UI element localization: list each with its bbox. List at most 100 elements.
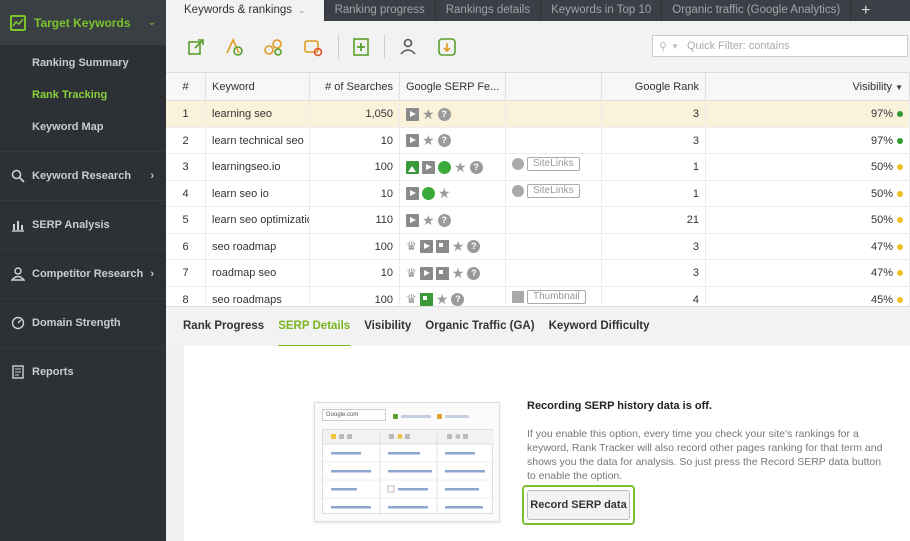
- cell-visibility: 50%: [706, 180, 910, 206]
- sidebar-item-keyword-map[interactable]: Keyword Map: [0, 111, 166, 143]
- serp-features-icons: ★?: [406, 207, 499, 233]
- export-icon[interactable]: [187, 37, 207, 57]
- table-row[interactable]: 3 learningseo.io 100 ★? SiteLinks 1 50%: [166, 154, 910, 181]
- tab-rankings-details[interactable]: Rankings details: [436, 0, 542, 21]
- col-header-visibility-label: Visibility: [852, 81, 893, 93]
- update-traffic-icon[interactable]: [303, 37, 323, 57]
- sidebar-item-serp-analysis[interactable]: SERP Analysis: [0, 200, 166, 249]
- cell-keyword: seo roadmaps: [206, 286, 310, 306]
- table-row[interactable]: 5 learn seo optimization 110 ★? 21 50%: [166, 207, 910, 234]
- extra-feature-label: SiteLinks: [527, 183, 580, 198]
- table-row[interactable]: 7 roadmap seo 10 ♛ ★? 3 47%: [166, 260, 910, 287]
- visibility-status-dot: [897, 137, 903, 144]
- cell-searches: 100: [310, 154, 400, 180]
- tab-visibility[interactable]: Visibility: [364, 307, 411, 347]
- tab-rank-progress[interactable]: Rank Progress: [183, 307, 264, 347]
- tab-keyword-difficulty[interactable]: Keyword Difficulty: [549, 307, 650, 347]
- sidebar-item-label: SERP Analysis: [32, 219, 110, 231]
- tab-keywords-rankings[interactable]: Keywords & rankings ⌄: [166, 0, 325, 21]
- serp-history-title: Recording SERP history data is off.: [527, 400, 712, 412]
- table-header: # Keyword # of Searches Google SERP Fe..…: [166, 73, 910, 101]
- cell-extra-feature: [506, 233, 602, 259]
- cell-num: 2: [166, 127, 206, 153]
- sidebar-item-rank-tracking[interactable]: Rank Tracking: [0, 79, 166, 111]
- cell-keyword: learn seo optimization: [206, 207, 310, 233]
- sidebar-header-target-keywords[interactable]: Target Keywords ⌄: [0, 0, 166, 45]
- tab-keywords-top10[interactable]: Keywords in Top 10: [541, 0, 663, 21]
- competitors-icon[interactable]: [398, 37, 418, 57]
- keywords-table: # Keyword # of Searches Google SERP Fe..…: [166, 73, 910, 306]
- cell-num: 8: [166, 286, 206, 306]
- quick-filter-input[interactable]: ⚲ ▼ Quick Filter: contains: [652, 35, 908, 57]
- cell-num: 1: [166, 101, 206, 127]
- cell-visibility: 47%: [706, 233, 910, 259]
- table-row[interactable]: 2 learn technical seo 10 ★? 3 97%: [166, 127, 910, 154]
- visibility-value: 45%: [870, 293, 893, 306]
- bottom-tabs: Rank Progress SERP Details Visibility Or…: [166, 306, 910, 347]
- cell-extra-feature: SiteLinks: [506, 180, 602, 206]
- sidebar-item-reports[interactable]: Reports: [0, 347, 166, 396]
- sidebar-item-keyword-research[interactable]: Keyword Research ›: [0, 151, 166, 200]
- sort-desc-icon: ▼: [895, 83, 903, 92]
- cell-serp-features: ♛ ★?: [400, 260, 506, 286]
- box-icon: [435, 266, 449, 280]
- star-icon: ★: [435, 291, 449, 306]
- cell-extra-feature: [506, 101, 602, 127]
- extra-feature-tag: Thumbnail: [512, 289, 586, 304]
- tab-organic-traffic[interactable]: Organic traffic (Google Analytics): [662, 0, 852, 21]
- crown-icon: ♛: [406, 239, 417, 253]
- table-row[interactable]: 6 seo roadmap 100 ♛ ★? 3 47%: [166, 233, 910, 260]
- sidebar-item-competitor-research[interactable]: Competitor Research ›: [0, 249, 166, 298]
- sort-icon[interactable]: [437, 37, 457, 57]
- serp-features-icons: ★?: [406, 101, 499, 127]
- col-header-serp-features[interactable]: Google SERP Fe...: [400, 73, 506, 100]
- cell-keyword: learn technical seo: [206, 127, 310, 153]
- sidebar-item-domain-strength[interactable]: Domain Strength: [0, 298, 166, 347]
- question-icon: ?: [469, 160, 483, 174]
- bar-chart-icon: [10, 218, 26, 232]
- tab-ranking-progress[interactable]: Ranking progress: [325, 0, 436, 21]
- serp-features-icons: ♛ ★?: [406, 260, 499, 286]
- tab-organic-traffic-ga[interactable]: Organic Traffic (GA): [425, 307, 534, 347]
- sidebar-item-ranking-summary[interactable]: Ranking Summary: [0, 47, 166, 79]
- col-header-num[interactable]: #: [166, 73, 206, 100]
- col-header-visibility[interactable]: Visibility ▼: [706, 73, 910, 100]
- table-row[interactable]: 8 seo roadmaps 100 ♛ ★? Thumbnail 4 45%: [166, 286, 910, 306]
- tab-serp-details[interactable]: SERP Details: [278, 307, 351, 347]
- col-header-extra[interactable]: [506, 73, 602, 100]
- sidebar-item-label: Reports: [32, 366, 74, 378]
- update-searches-icon[interactable]: [263, 37, 283, 57]
- chevron-down-icon[interactable]: ▼: [671, 42, 679, 51]
- image-icon: [406, 160, 419, 174]
- extra-feature-label: Thumbnail: [527, 289, 586, 304]
- search-icon: ⚲: [659, 40, 668, 53]
- serp-features-icons: ★: [406, 181, 499, 207]
- add-keywords-icon[interactable]: [351, 37, 371, 57]
- table-row[interactable]: 4 learn seo io 10 ★ SiteLinks 1 50%: [166, 180, 910, 207]
- chevron-down-icon[interactable]: ⌄: [298, 5, 306, 15]
- cell-google-rank: 3: [602, 233, 706, 259]
- serp-history-illustration: Google.com: [314, 402, 500, 522]
- visibility-value: 47%: [870, 240, 893, 253]
- play-icon: [419, 266, 433, 280]
- col-header-keyword[interactable]: Keyword: [206, 73, 310, 100]
- question-icon: ?: [437, 134, 451, 147]
- document-icon: [10, 365, 26, 379]
- toolbar: ⚲ ▼ Quick Filter: contains: [166, 21, 910, 73]
- table-row[interactable]: 1 learning seo 1,050 ★? 3 97%: [166, 101, 910, 128]
- col-header-searches[interactable]: # of Searches: [310, 73, 400, 100]
- illustration-table: [322, 429, 494, 515]
- play-icon: [419, 240, 433, 253]
- add-tab-button[interactable]: +: [851, 0, 880, 21]
- cell-num: 6: [166, 233, 206, 259]
- record-serp-data-button[interactable]: Record SERP data: [527, 490, 630, 520]
- star-icon: ★: [438, 185, 451, 201]
- serp-features-icons: ★?: [406, 154, 499, 180]
- update-rankings-icon[interactable]: [224, 37, 244, 57]
- col-header-google-rank[interactable]: Google Rank: [602, 73, 706, 100]
- quick-filter-placeholder: Quick Filter: contains: [686, 40, 790, 52]
- cell-serp-features: ★?: [400, 101, 506, 127]
- question-icon: ?: [467, 240, 481, 253]
- cell-searches: 100: [310, 286, 400, 306]
- search-icon: [10, 169, 26, 183]
